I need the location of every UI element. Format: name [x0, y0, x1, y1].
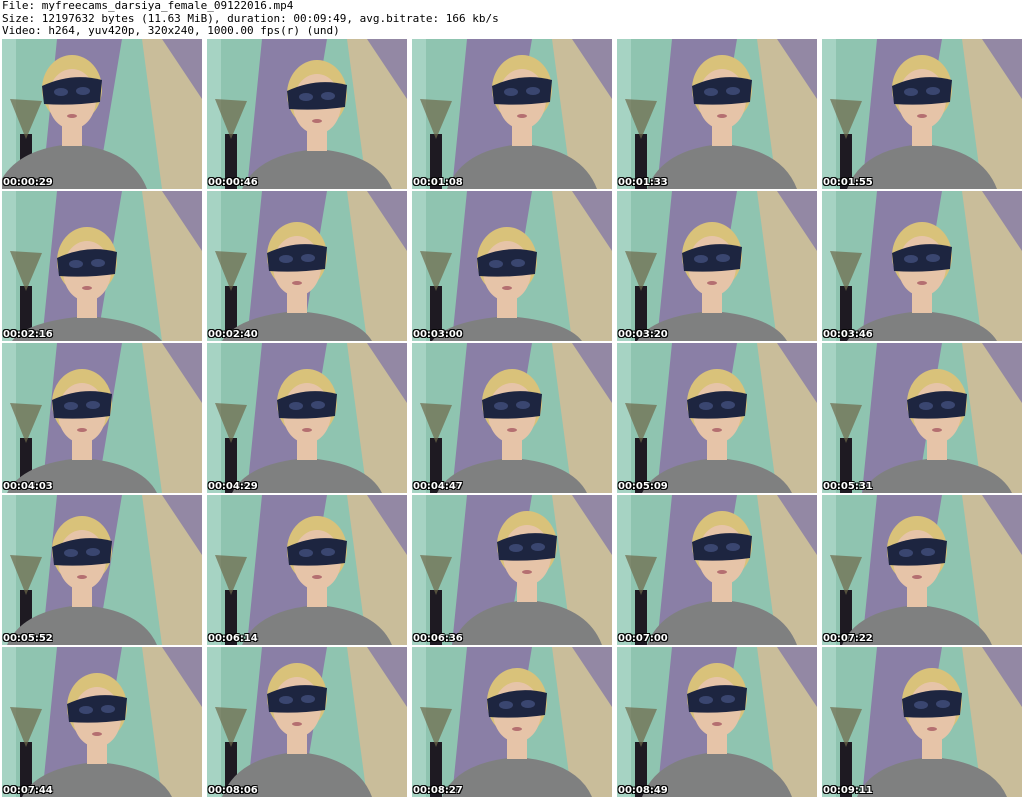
thumbnail-frame-image — [207, 39, 407, 189]
thumbnail-timestamp: 00:03:00 — [413, 329, 463, 340]
thumbnail-frame-image — [2, 343, 202, 493]
thumbnail-timestamp: 00:08:49 — [618, 785, 668, 796]
thumbnail-frame-image — [617, 647, 817, 797]
thumbnail-timestamp: 00:05:52 — [3, 633, 53, 644]
video-thumbnail: 00:00:46 — [207, 39, 407, 189]
video-thumbnail: 00:07:44 — [2, 647, 202, 797]
file-info-header: File: myfreecams_darsiya_female_09122016… — [2, 0, 1022, 38]
thumbnail-frame-image — [617, 343, 817, 493]
video-thumbnail: 00:00:29 — [2, 39, 202, 189]
thumbnail-timestamp: 00:03:46 — [823, 329, 873, 340]
thumbnail-frame-image — [412, 647, 612, 797]
video-thumbnail: 00:09:11 — [822, 647, 1022, 797]
video-thumbnail: 00:08:49 — [617, 647, 817, 797]
thumbnail-timestamp: 00:02:16 — [3, 329, 53, 340]
thumbnail-frame-image — [207, 647, 407, 797]
thumbnail-frame-image — [2, 39, 202, 189]
thumbnail-frame-image — [2, 495, 202, 645]
thumbnail-frame-image — [822, 647, 1022, 797]
video-thumbnail: 00:03:00 — [412, 191, 612, 341]
thumbnail-timestamp: 00:05:31 — [823, 481, 873, 492]
thumbnail-frame-image — [617, 191, 817, 341]
thumbnail-timestamp: 00:03:20 — [618, 329, 668, 340]
thumbnail-frame-image — [412, 39, 612, 189]
video-thumbnail: 00:07:00 — [617, 495, 817, 645]
thumbnail-grid: 00:00:29 00:00:46 00:01:08 00:01:33 00:01:55… — [2, 39, 1022, 799]
thumbnail-timestamp: 00:09:11 — [823, 785, 873, 796]
video-thumbnail: 00:01:08 — [412, 39, 612, 189]
thumbnail-frame-image — [412, 191, 612, 341]
thumbnail-timestamp: 00:06:14 — [208, 633, 258, 644]
video-thumbnail: 00:05:31 — [822, 343, 1022, 493]
video-thumbnail: 00:05:09 — [617, 343, 817, 493]
thumbnail-timestamp: 00:06:36 — [413, 633, 463, 644]
video-thumbnail: 00:05:52 — [2, 495, 202, 645]
thumbnail-timestamp: 00:07:44 — [3, 785, 53, 796]
thumbnail-frame-image — [617, 495, 817, 645]
video-thumbnail: 00:06:36 — [412, 495, 612, 645]
thumbnail-frame-image — [207, 343, 407, 493]
thumbnail-frame-image — [2, 647, 202, 797]
thumbnail-timestamp: 00:08:27 — [413, 785, 463, 796]
video-thumbnail: 00:03:46 — [822, 191, 1022, 341]
video-thumbnail: 00:04:29 — [207, 343, 407, 493]
thumbnail-frame-image — [617, 39, 817, 189]
video-thumbnail: 00:02:40 — [207, 191, 407, 341]
thumbnail-frame-image — [2, 191, 202, 341]
thumbnail-frame-image — [412, 495, 612, 645]
video-thumbnail: 00:07:22 — [822, 495, 1022, 645]
video-thumbnail: 00:04:03 — [2, 343, 202, 493]
video-thumbnail: 00:08:27 — [412, 647, 612, 797]
thumbnail-timestamp: 00:04:29 — [208, 481, 258, 492]
thumbnail-frame-image — [822, 191, 1022, 341]
file-name-line: File: myfreecams_darsiya_female_09122016… — [2, 0, 294, 12]
video-thumbnail: 00:06:14 — [207, 495, 407, 645]
thumbnail-timestamp: 00:01:08 — [413, 177, 463, 188]
video-thumbnail: 00:02:16 — [2, 191, 202, 341]
video-thumbnail: 00:01:33 — [617, 39, 817, 189]
thumbnail-timestamp: 00:07:00 — [618, 633, 668, 644]
video-info-line: Video: h264, yuv420p, 320x240, 1000.00 f… — [2, 24, 340, 37]
video-thumbnail: 00:08:06 — [207, 647, 407, 797]
video-thumbnail: 00:03:20 — [617, 191, 817, 341]
thumbnail-timestamp: 00:04:47 — [413, 481, 463, 492]
thumbnail-timestamp: 00:02:40 — [208, 329, 258, 340]
thumbnail-timestamp: 00:07:22 — [823, 633, 873, 644]
thumbnail-frame-image — [207, 191, 407, 341]
thumbnail-timestamp: 00:00:46 — [208, 177, 258, 188]
thumbnail-frame-image — [822, 495, 1022, 645]
thumbnail-timestamp: 00:01:55 — [823, 177, 873, 188]
video-thumbnail: 00:01:55 — [822, 39, 1022, 189]
thumbnail-frame-image — [412, 343, 612, 493]
thumbnail-frame-image — [207, 495, 407, 645]
thumbnail-timestamp: 00:05:09 — [618, 481, 668, 492]
thumbnail-timestamp: 00:00:29 — [3, 177, 53, 188]
thumbnail-timestamp: 00:08:06 — [208, 785, 258, 796]
thumbnail-timestamp: 00:04:03 — [3, 481, 53, 492]
thumbnail-frame-image — [822, 39, 1022, 189]
video-thumbnail: 00:04:47 — [412, 343, 612, 493]
thumbnail-timestamp: 00:01:33 — [618, 177, 668, 188]
thumbnail-frame-image — [822, 343, 1022, 493]
